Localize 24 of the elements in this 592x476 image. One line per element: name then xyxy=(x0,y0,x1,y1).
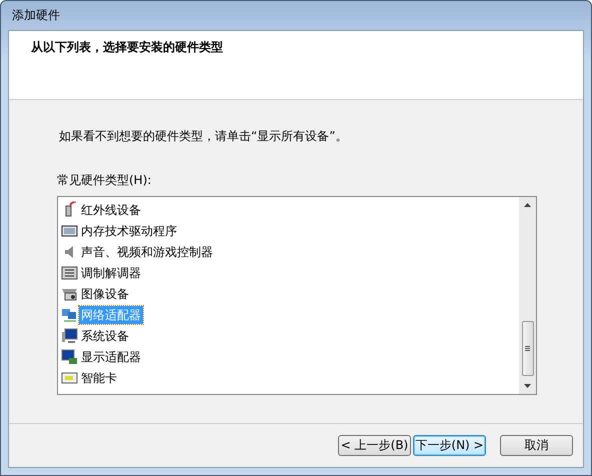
list-label: 常见硬件类型(H): xyxy=(57,172,152,189)
list-item[interactable]: 智能卡 xyxy=(79,368,119,386)
network-computers-icon xyxy=(61,306,78,323)
scrollbar[interactable] xyxy=(519,197,536,394)
list-item[interactable]: 系统设备 xyxy=(79,326,131,344)
list-item[interactable]: 红外线设备 xyxy=(79,200,143,218)
scrollbar-thumb[interactable] xyxy=(522,321,534,376)
hardware-type-list[interactable]: 红外线设备 内存技术驱动程序 声音、视频和游戏控制器 调制解调器 图像设备 网络适配器 系统设备 显示适配器 智能卡 xyxy=(57,196,537,395)
page-heading: 从以下列表，选择要安装的硬件类型 xyxy=(31,40,223,54)
list-item[interactable]: 声音、视频和游戏控制器 xyxy=(79,242,215,260)
list-item[interactable]: 调制解调器 xyxy=(79,264,143,282)
cancel-button[interactable]: 取消 xyxy=(500,435,573,456)
display-adapter-icon xyxy=(61,348,78,365)
next-button[interactable]: 下一步(N) > xyxy=(413,435,486,456)
list-item[interactable]: 内存技术驱动程序 xyxy=(79,222,179,240)
computer-icon xyxy=(61,327,78,344)
list-item[interactable]: 显示适配器 xyxy=(79,348,143,366)
modem-icon xyxy=(61,264,78,281)
instruction-text: 如果看不到想要的硬件类型，请单击“显示所有设备”。 xyxy=(59,128,348,145)
back-button[interactable]: < 上一步(B) xyxy=(338,435,411,456)
scroll-up-arrow-icon[interactable] xyxy=(524,203,531,207)
list-item[interactable]: 图像设备 xyxy=(79,284,131,302)
scroll-down-arrow-icon[interactable] xyxy=(524,384,531,388)
window-title: 添加硬件 xyxy=(12,7,60,24)
